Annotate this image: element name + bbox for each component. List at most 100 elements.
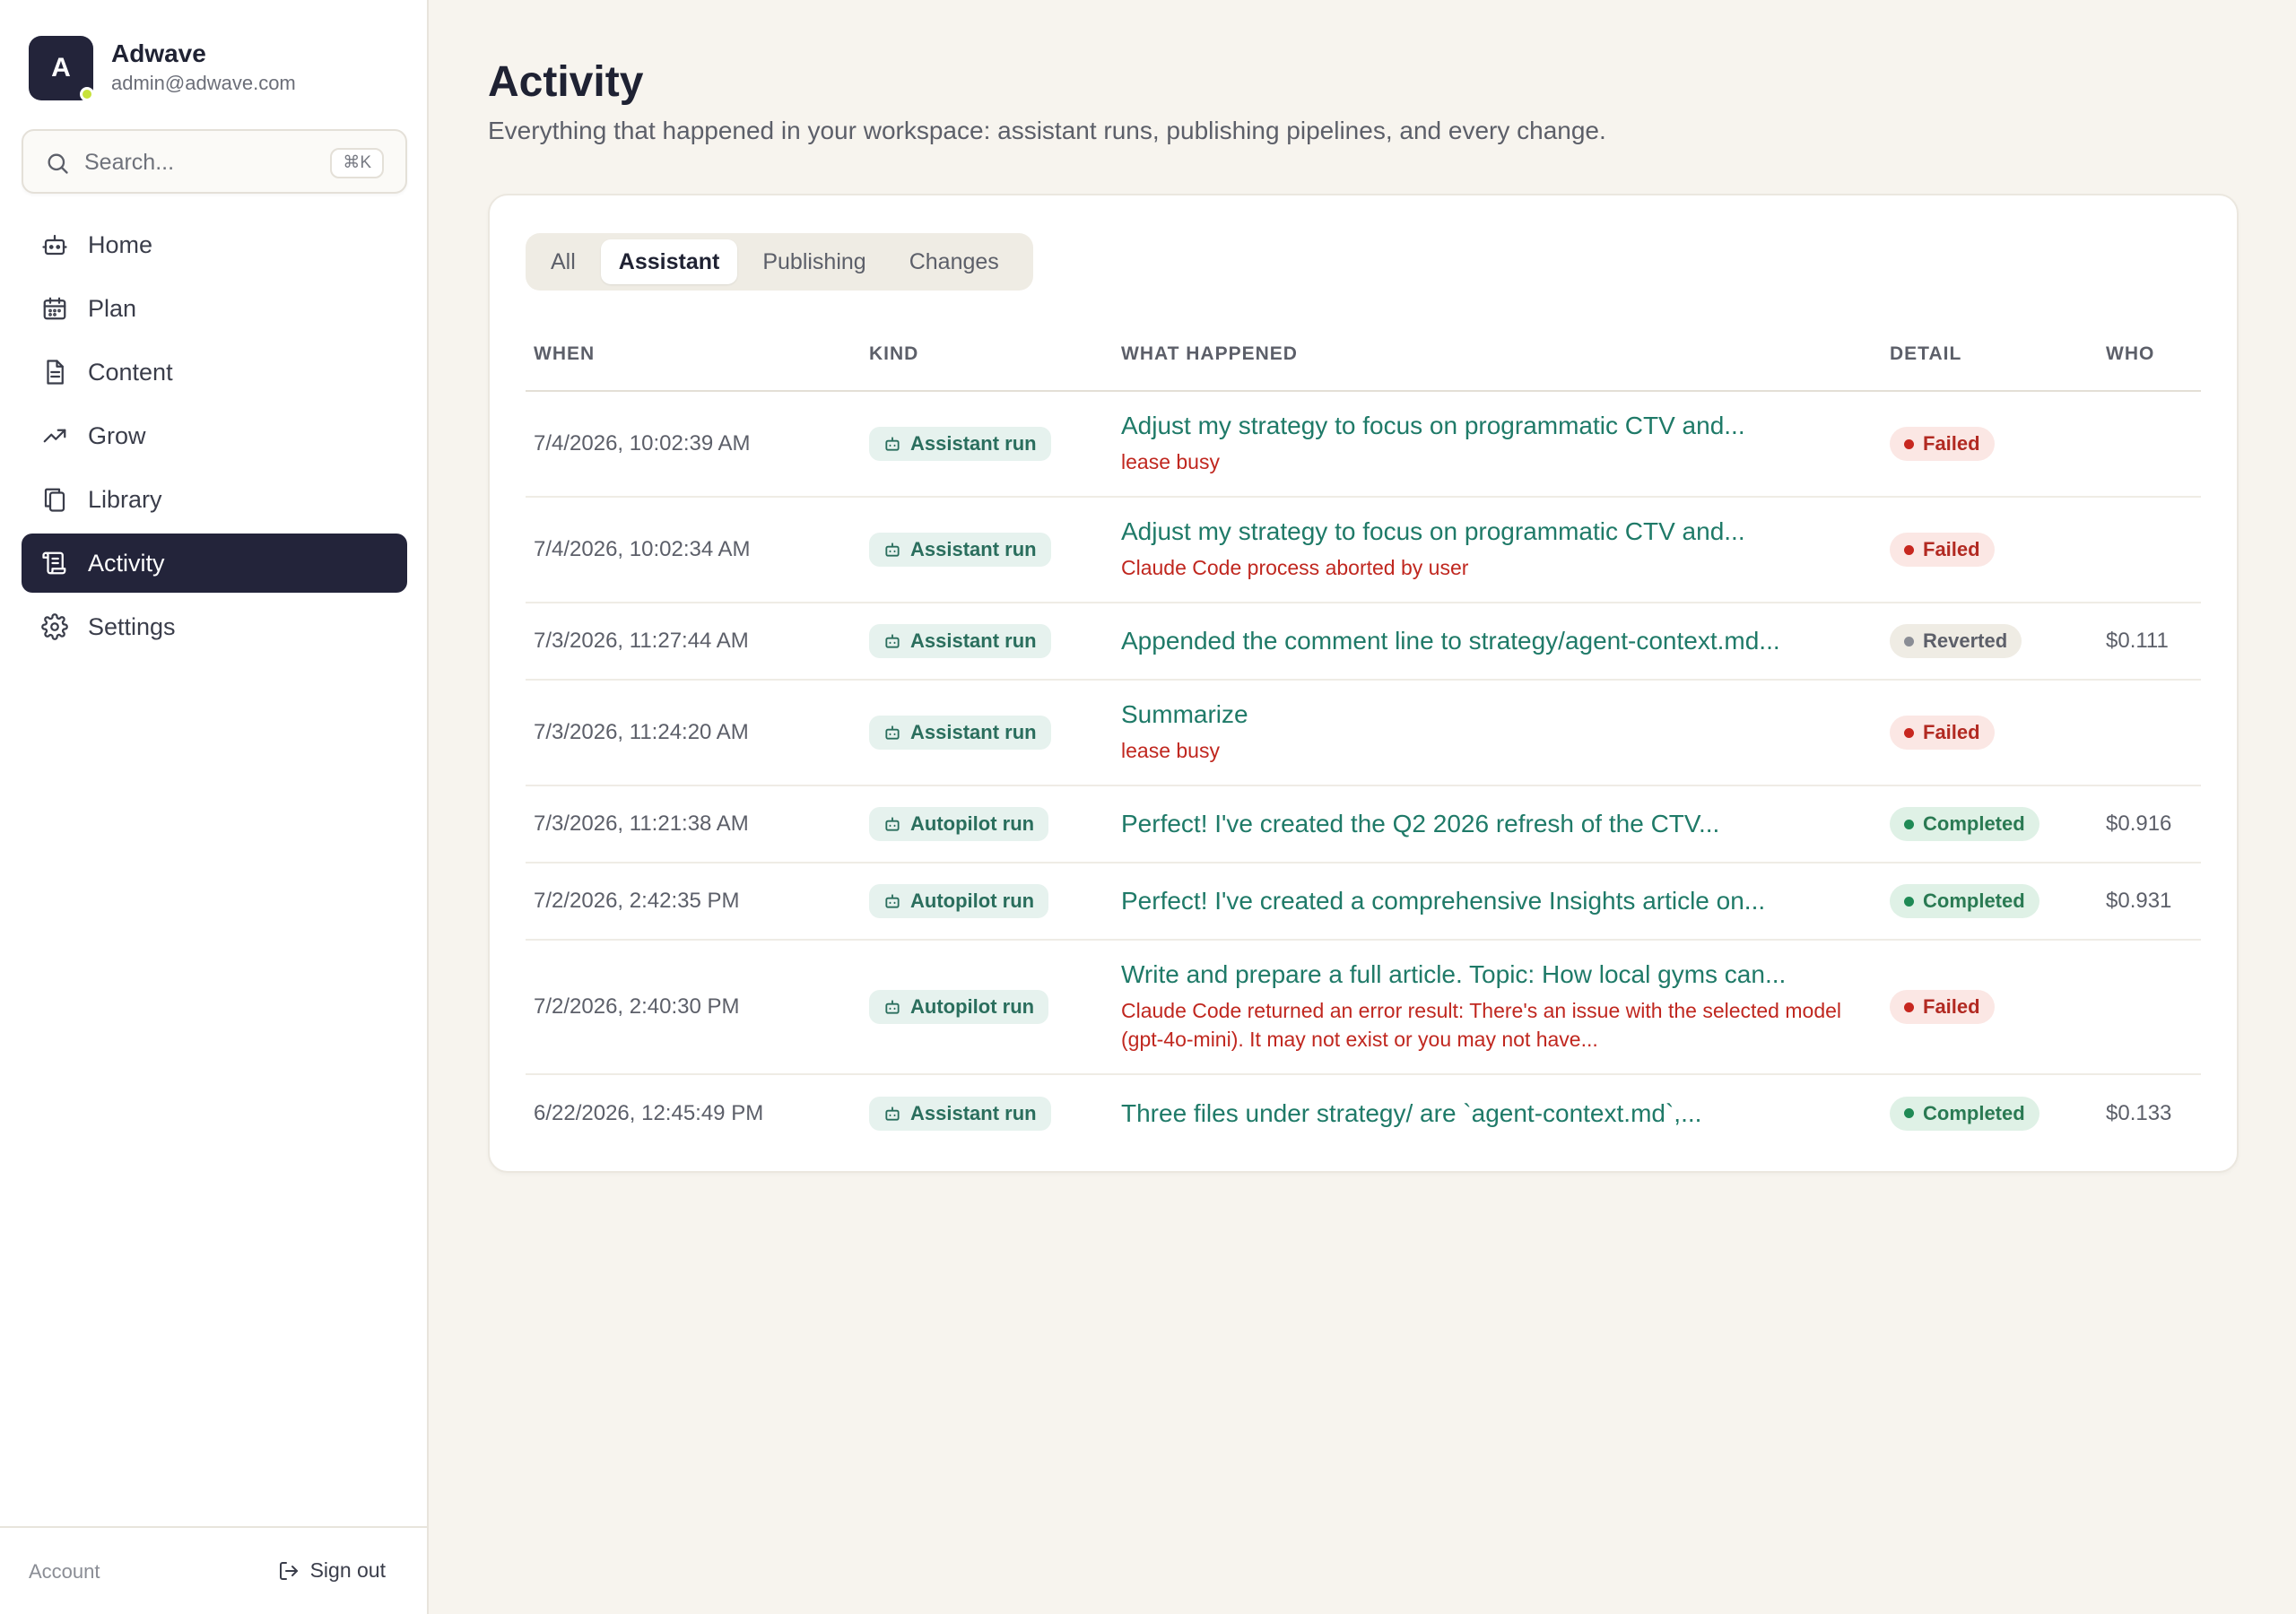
sidebar: A Adwave admin@adwave.com Search... ⌘K H… — [0, 0, 429, 1614]
robot-icon — [42, 234, 67, 256]
activity-summary-link[interactable]: Write and prepare a full article. Topic:… — [1121, 960, 1882, 989]
kind-badge: Assistant run — [869, 624, 1051, 658]
sidebar-item-settings[interactable]: Settings — [22, 597, 407, 656]
status-label: Completed — [1923, 1101, 2025, 1124]
status-dot — [1904, 1108, 1914, 1118]
robot-icon — [885, 894, 900, 908]
row-timestamp: 7/3/2026, 11:21:38 AM — [534, 811, 749, 836]
sidebar-item-plan[interactable]: Plan — [22, 279, 407, 338]
sidebar-item-label: Content — [88, 358, 173, 386]
row-cost: $0.111 — [2106, 629, 2169, 653]
sidebar-item-content[interactable]: Content — [22, 343, 407, 402]
row-timestamp: 7/3/2026, 11:24:20 AM — [534, 720, 749, 744]
activity-summary-link[interactable]: Perfect! I've created the Q2 2026 refres… — [1121, 810, 1882, 838]
sidebar-item-label: Grow — [88, 421, 146, 449]
column-header-what: WHAT HAPPENED — [1113, 317, 1882, 392]
status-badge: Completed — [1890, 807, 2039, 841]
activity-error-text: lease busy — [1121, 739, 1220, 762]
activity-summary-link[interactable]: Three files under strategy/ are `agent-c… — [1121, 1099, 1882, 1128]
row-timestamp: 6/22/2026, 12:45:49 PM — [534, 1100, 764, 1125]
table-row[interactable]: 7/2/2026, 2:40:30 PM Autopilot run Write… — [526, 940, 2201, 1075]
status-badge: Failed — [1890, 533, 1995, 567]
sidebar-footer: Account Sign out — [0, 1526, 429, 1614]
robot-icon — [885, 1000, 900, 1014]
sidebar-nav: Home Plan Content Grow Library Activity … — [22, 215, 407, 661]
tab-publishing[interactable]: Publishing — [744, 239, 883, 284]
status-dot — [1904, 438, 1914, 449]
kind-badge: Autopilot run — [869, 807, 1049, 841]
online-status-dot — [80, 87, 94, 101]
status-label: Completed — [1923, 812, 2025, 835]
sign-out-icon — [279, 1561, 298, 1580]
robot-icon — [885, 437, 900, 451]
trending-up-icon — [43, 429, 66, 443]
kind-label: Assistant run — [910, 629, 1037, 652]
kind-badge: Assistant run — [869, 1096, 1051, 1131]
tab-changes[interactable]: Changes — [891, 239, 1017, 284]
account-link[interactable]: Account — [29, 1560, 100, 1584]
sidebar-item-label: Home — [88, 230, 153, 258]
workspace-name: Adwave — [111, 39, 206, 67]
activity-summary-link[interactable]: Appended the comment line to strategy/ag… — [1121, 627, 1882, 655]
search-placeholder: Search... — [84, 150, 175, 175]
sidebar-item-label: Library — [88, 485, 162, 513]
activity-summary-link[interactable]: Perfect! I've created a comprehensive In… — [1121, 887, 1882, 915]
robot-icon — [885, 817, 900, 831]
status-dot — [1904, 727, 1914, 738]
page-title: Activity — [488, 58, 644, 106]
search-icon — [48, 153, 68, 174]
row-timestamp: 7/2/2026, 2:40:30 PM — [534, 994, 740, 1019]
sidebar-item-activity[interactable]: Activity — [22, 534, 407, 593]
status-badge: Failed — [1890, 716, 1995, 750]
row-timestamp: 7/3/2026, 11:27:44 AM — [534, 629, 749, 653]
status-label: Failed — [1923, 432, 1980, 455]
kind-badge: Assistant run — [869, 716, 1051, 750]
robot-icon — [885, 542, 900, 557]
gear-icon — [41, 613, 68, 640]
table-row[interactable]: 7/4/2026, 10:02:39 AM Assistant run Adju… — [526, 391, 2201, 498]
table-row[interactable]: 7/2/2026, 2:42:35 PM Autopilot run Perfe… — [526, 863, 2201, 941]
activity-error-text: Claude Code returned an error result: Th… — [1121, 999, 1842, 1051]
table-row[interactable]: 7/3/2026, 11:21:38 AM Autopilot run Perf… — [526, 785, 2201, 863]
robot-icon — [885, 1106, 900, 1121]
activity-error-text: lease busy — [1121, 450, 1220, 473]
sidebar-item-label: Plan — [88, 294, 137, 322]
kind-badge: Assistant run — [869, 533, 1051, 567]
sign-out-label: Sign out — [309, 1558, 386, 1582]
row-cost: $0.133 — [2106, 1100, 2172, 1125]
row-timestamp: 7/2/2026, 2:42:35 PM — [534, 889, 740, 913]
activity-card: All Assistant Publishing Changes WHEN KI… — [488, 194, 2239, 1173]
activity-summary-link[interactable]: Summarize — [1121, 700, 1882, 729]
table-header-row: WHEN KIND WHAT HAPPENED DETAIL WHO — [526, 317, 2201, 392]
column-header-detail: DETAIL — [1882, 317, 2098, 392]
table-row[interactable]: 7/3/2026, 11:24:20 AM Assistant run Summ… — [526, 680, 2201, 786]
status-dot — [1904, 819, 1914, 829]
sidebar-item-home[interactable]: Home — [22, 215, 407, 274]
sign-out-button[interactable]: Sign out — [278, 1558, 386, 1583]
status-badge: Reverted — [1890, 624, 2022, 658]
tab-all[interactable]: All — [533, 239, 594, 284]
activity-error-text: Claude Code process aborted by user — [1121, 556, 1469, 579]
activity-summary-link[interactable]: Adjust my strategy to focus on programma… — [1121, 412, 1882, 440]
status-badge: Failed — [1890, 427, 1995, 461]
sidebar-item-grow[interactable]: Grow — [22, 406, 407, 465]
search-input[interactable]: Search... ⌘K — [22, 129, 407, 194]
kind-badge: Assistant run — [869, 427, 1051, 461]
table-row[interactable]: 6/22/2026, 12:45:49 PM Assistant run Thr… — [526, 1074, 2201, 1151]
activity-summary-link[interactable]: Adjust my strategy to focus on programma… — [1121, 517, 1882, 546]
status-badge: Completed — [1890, 1096, 2039, 1131]
tab-assistant[interactable]: Assistant — [600, 239, 738, 284]
workspace-switcher[interactable]: A Adwave admin@adwave.com — [29, 36, 405, 102]
sidebar-item-label: Activity — [88, 549, 165, 577]
table-row[interactable]: 7/4/2026, 10:02:34 AM Assistant run Adju… — [526, 497, 2201, 603]
copy-icon — [44, 488, 65, 512]
workspace-email: admin@adwave.com — [111, 72, 296, 94]
status-badge: Failed — [1890, 990, 1995, 1024]
table-row[interactable]: 7/3/2026, 11:27:44 AM Assistant run Appe… — [526, 603, 2201, 681]
sidebar-item-library[interactable]: Library — [22, 470, 407, 529]
column-header-when: WHEN — [526, 317, 861, 392]
status-label: Reverted — [1923, 629, 2008, 652]
row-cost: $0.916 — [2106, 811, 2172, 836]
column-header-kind: KIND — [861, 317, 1113, 392]
scroll-icon — [42, 551, 66, 575]
